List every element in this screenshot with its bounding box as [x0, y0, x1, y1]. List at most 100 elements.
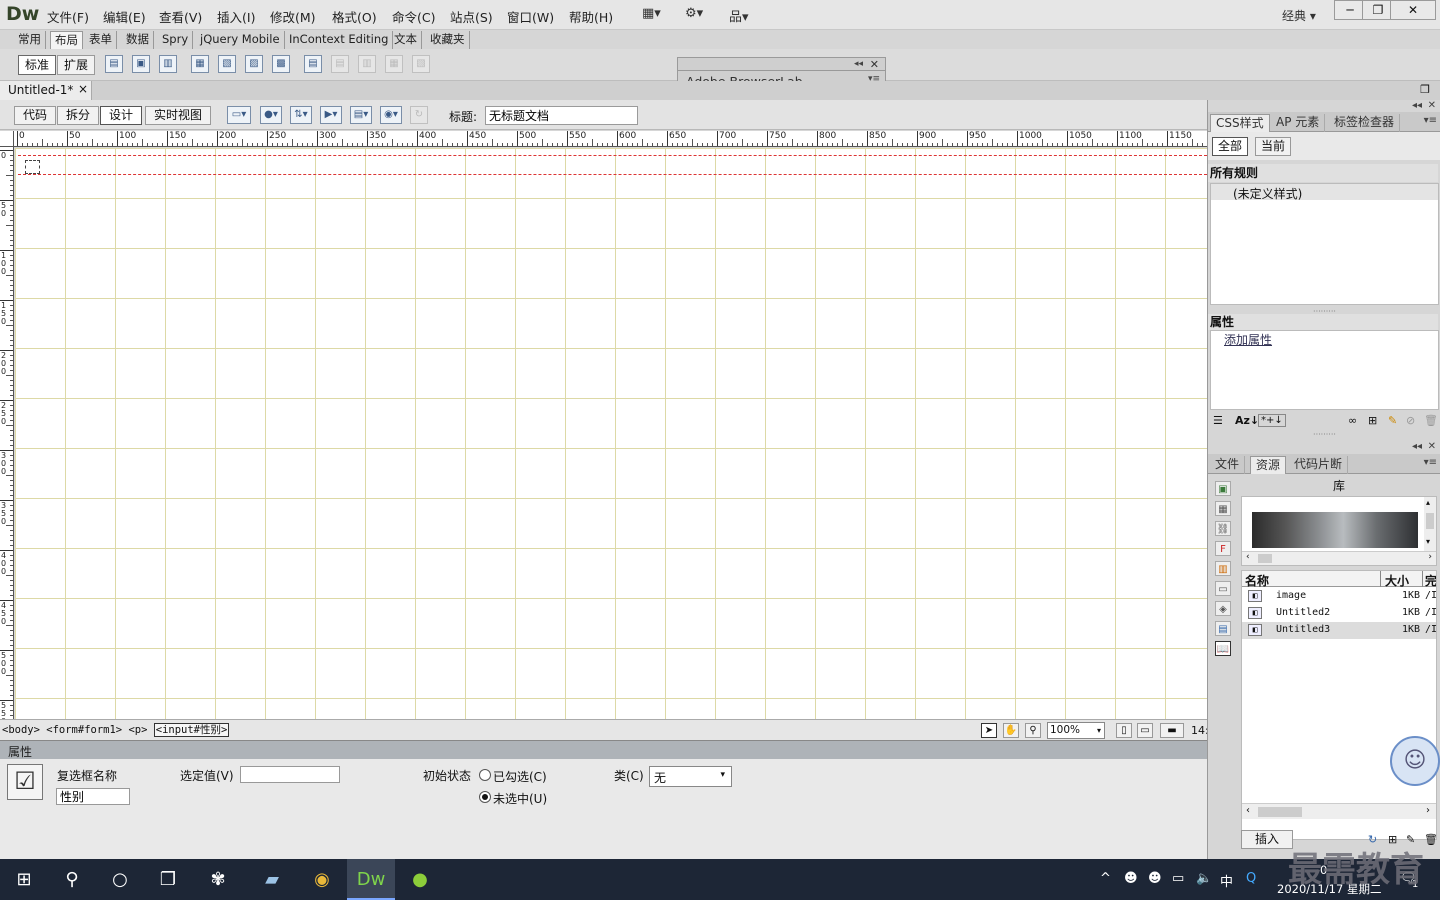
new-rule-icon[interactable]: ⊞ — [1368, 414, 1377, 427]
scroll-left-icon[interactable]: ‹ — [1246, 805, 1250, 816]
close-button[interactable]: ✕ — [1390, 0, 1436, 20]
close-icon[interactable]: ✕ — [1428, 441, 1436, 452]
tab-files[interactable]: 文件 — [1210, 456, 1246, 474]
tag-body[interactable]: <body> — [2, 724, 40, 736]
tab-tag-inspector[interactable]: 标签检查器 — [1329, 114, 1401, 132]
shockwave-icon[interactable]: ▥ — [1215, 561, 1231, 576]
design-canvas[interactable] — [15, 148, 1207, 719]
css-properties-list[interactable]: 添加属性 — [1210, 330, 1439, 410]
check-browser-icon[interactable]: ◉▾ — [380, 106, 402, 124]
checked-value-input[interactable] — [240, 766, 340, 783]
menu-format[interactable]: 格式(O) — [332, 7, 377, 26]
panel-menu-icon[interactable]: ▾≡ — [1424, 457, 1437, 468]
show-category-icon[interactable]: ☰ — [1213, 414, 1223, 427]
melon-app-icon[interactable]: ● — [396, 859, 444, 900]
live-view-button[interactable]: 实时视图 — [145, 106, 212, 125]
scroll-right-icon[interactable]: › — [1428, 552, 1432, 562]
hand-tool-icon[interactable]: ✋ — [1003, 723, 1019, 738]
menu-file[interactable]: 文件(F) — [47, 7, 89, 26]
library-item[interactable]: ◧ Untitled3 1KB /I — [1242, 622, 1437, 639]
tab-layout[interactable]: 布局 — [50, 31, 83, 49]
document-title-input[interactable] — [485, 106, 638, 125]
edit-style-icon[interactable]: ✎ — [1388, 414, 1397, 427]
form-outline[interactable] — [18, 155, 1207, 175]
collapse-icon[interactable]: ◂◂ — [854, 59, 863, 69]
current-button[interactable]: 当前 — [1255, 137, 1292, 156]
column-path[interactable]: 完 — [1425, 572, 1436, 589]
code-view-button[interactable]: 代码 — [14, 106, 57, 125]
zoom-select[interactable]: 100% ▾ — [1047, 722, 1105, 739]
search-icon[interactable]: ⚲ — [48, 859, 96, 900]
tab-common[interactable]: 常用 — [14, 31, 46, 49]
scroll-left-icon[interactable]: ‹ — [1246, 552, 1250, 562]
add-property-link[interactable]: 添加属性 — [1224, 331, 1272, 348]
workspace-switcher[interactable]: 经典 ▾ — [1282, 7, 1316, 24]
show-set-icon[interactable]: *+↓ — [1258, 414, 1286, 427]
tray-expand-icon[interactable]: ^ — [1100, 871, 1111, 886]
radio-unchecked-label[interactable]: 未选中(U) — [493, 790, 547, 807]
frame-icon[interactable]: ▣ — [132, 55, 150, 73]
site-icon[interactable]: 品▾ — [729, 6, 749, 25]
collapse-icon[interactable]: ◂◂ — [1412, 100, 1422, 111]
standard-mode-button[interactable]: 标准 — [18, 55, 57, 75]
preview-browser-icon[interactable]: ●▾ — [260, 106, 282, 124]
w3c-validation-icon[interactable]: ▶▾ — [320, 106, 342, 124]
chrome-icon[interactable]: ◉ — [298, 859, 346, 900]
menu-insert[interactable]: 插入(I) — [217, 7, 255, 26]
flash-icon[interactable]: F — [1215, 541, 1231, 556]
cortana-icon[interactable]: ○ — [96, 859, 144, 900]
tab-forms[interactable]: 表单 — [85, 31, 117, 49]
ap-div-icon[interactable]: ▧ — [218, 55, 236, 73]
preview-vscroll[interactable]: ▴ ▾ — [1424, 497, 1436, 551]
menu-help[interactable]: 帮助(H) — [569, 7, 613, 26]
expanded-mode-button[interactable]: 扩展 — [57, 55, 96, 75]
windows-start-icon[interactable]: ⊞ — [0, 859, 48, 900]
insert-library-button[interactable]: 插入 — [1241, 830, 1293, 849]
radio-unchecked[interactable] — [479, 791, 491, 803]
multiscreen-icon[interactable]: ▭▾ — [227, 106, 251, 124]
layout-table-icon[interactable]: ▤ — [304, 55, 322, 73]
spry-tab-icon[interactable]: ▩ — [272, 55, 290, 73]
table-icon[interactable]: ▤ — [105, 55, 123, 73]
tag-p[interactable]: <p> — [128, 724, 147, 736]
preview-scrollbar[interactable]: ‹ › — [1242, 551, 1436, 565]
attach-style-icon[interactable]: ∞ — [1348, 414, 1357, 427]
tab-ap-elements[interactable]: AP 元素 — [1271, 114, 1326, 132]
gear-icon[interactable]: ⚙▾ — [685, 6, 703, 21]
task-view-icon[interactable]: ❐ — [144, 859, 192, 900]
tab-incontext[interactable]: InContext Editing — [285, 31, 394, 49]
div-icon[interactable]: ▦ — [191, 55, 209, 73]
network-icon[interactable]: ▭ — [1172, 871, 1184, 886]
close-icon[interactable]: ✕ — [1428, 100, 1436, 111]
volume-icon[interactable]: 🔈 — [1196, 871, 1212, 886]
menu-site[interactable]: 站点(S) — [450, 7, 493, 26]
class-select[interactable]: 无 ▾ — [649, 766, 732, 787]
urls-icon[interactable]: ⛓ — [1215, 521, 1231, 536]
desktop-size-icon[interactable]: ▬ — [1160, 723, 1184, 738]
library-item[interactable]: ◧ Untitled2 1KB /I — [1242, 605, 1437, 622]
menu-window[interactable]: 窗口(W) — [507, 7, 554, 26]
rules-list[interactable]: (未定义样式) — [1210, 183, 1439, 305]
pinwheel-app-icon[interactable]: ✾ — [194, 859, 242, 900]
select-tool-icon[interactable]: ➤ — [981, 723, 997, 738]
menu-commands[interactable]: 命令(C) — [392, 7, 435, 26]
collapse-icon[interactable]: ◂◂ — [1412, 441, 1422, 452]
list-scrollbar[interactable]: ‹ › — [1242, 803, 1436, 819]
menu-modify[interactable]: 修改(M) — [270, 7, 316, 26]
checkbox-element[interactable] — [25, 160, 40, 174]
colors-icon[interactable]: ▦ — [1215, 501, 1231, 516]
tab-snippets[interactable]: 代码片断 — [1289, 456, 1349, 474]
split-view-button[interactable]: 拆分 — [57, 106, 100, 125]
tag-input[interactable]: <input#性别> — [153, 723, 230, 737]
delete-icon[interactable]: 🗑 — [1424, 414, 1438, 427]
layer-icon[interactable]: ▥ — [159, 55, 177, 73]
tab-text[interactable]: 文本 — [390, 31, 422, 49]
tag-form[interactable]: <form#form1> — [46, 724, 122, 736]
radio-checked[interactable] — [479, 769, 491, 781]
menu-edit[interactable]: 编辑(E) — [103, 7, 146, 26]
all-button[interactable]: 全部 — [1212, 137, 1249, 156]
dreamweaver-taskbar-icon[interactable]: Dw — [347, 859, 395, 900]
scripts-icon[interactable]: ◈ — [1215, 601, 1231, 616]
close-tab-icon[interactable]: × — [78, 82, 88, 96]
design-view-button[interactable]: 设计 — [100, 106, 143, 125]
